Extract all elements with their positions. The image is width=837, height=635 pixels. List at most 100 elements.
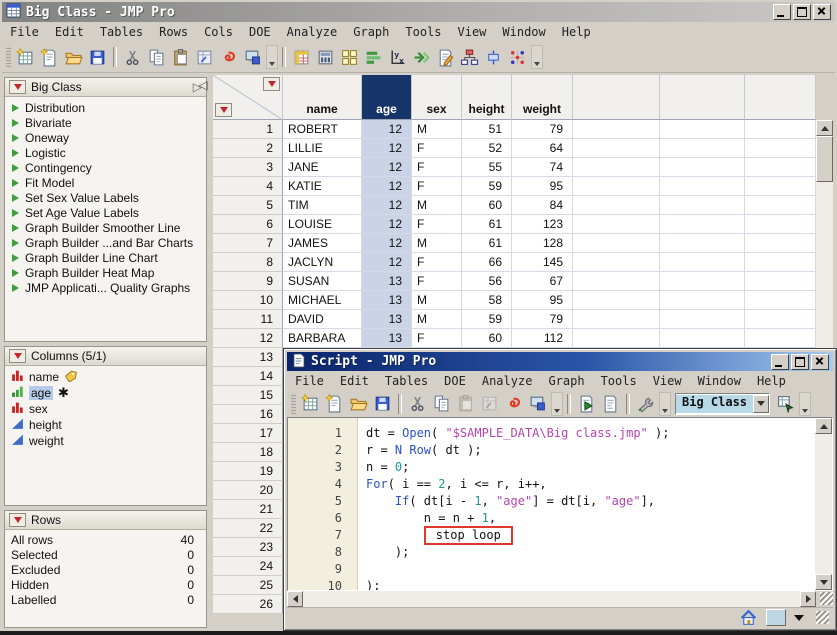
column-header-name[interactable]: name [283, 75, 362, 120]
cell-height[interactable]: 66 [462, 253, 512, 272]
pattern-swirl-icon[interactable] [217, 46, 240, 69]
cell-height[interactable]: 61 [462, 234, 512, 253]
continuous-modeling-type-icon[interactable] [11, 417, 24, 433]
open-folder-icon[interactable] [347, 392, 370, 415]
cell-height[interactable]: 59 [462, 177, 512, 196]
code-line-10[interactable]: ); [358, 578, 832, 590]
cell-empty[interactable] [745, 253, 816, 272]
main-menu-graph[interactable]: Graph [345, 23, 397, 41]
cell-name[interactable]: JAMES [283, 234, 362, 253]
columns-header-menu-icon[interactable] [263, 77, 280, 91]
script-menu-help[interactable]: Help [749, 372, 794, 390]
main-menu-tables[interactable]: Tables [92, 23, 151, 41]
cell-empty[interactable] [745, 329, 816, 348]
cell-empty[interactable] [573, 139, 660, 158]
cell-name[interactable]: ROBERT [283, 120, 362, 139]
column-header-age[interactable]: age [362, 75, 412, 120]
cell-name[interactable]: MICHAEL [283, 291, 362, 310]
design-icon[interactable] [506, 46, 529, 69]
cell-age[interactable]: 13 [362, 310, 412, 329]
editor-vertical-scrollbar[interactable] [815, 418, 832, 590]
row-number-cell[interactable]: 16 [213, 405, 283, 424]
cell-sex[interactable]: F [412, 139, 462, 158]
column-header-empty[interactable] [660, 75, 745, 120]
hierarchy-icon[interactable] [458, 46, 481, 69]
cell-name[interactable]: SUSAN [283, 272, 362, 291]
main-window-titlebar[interactable]: Big Class - JMP Pro [2, 2, 835, 22]
cell-empty[interactable] [660, 310, 745, 329]
cell-age[interactable]: 12 [362, 158, 412, 177]
column-item-age[interactable]: age✱ [5, 385, 206, 401]
row-number-cell[interactable]: 20 [213, 481, 283, 500]
toolbar-overflow-icon[interactable] [799, 392, 811, 416]
window-resize-grip[interactable] [816, 611, 829, 624]
column-item-height[interactable]: height [5, 417, 206, 433]
minimize-icon[interactable] [773, 4, 791, 20]
cell-empty[interactable] [573, 272, 660, 291]
maximize-icon[interactable] [793, 4, 811, 20]
data-table-icon[interactable] [290, 46, 313, 69]
cell-empty[interactable] [745, 310, 816, 329]
new-data-table-icon[interactable] [14, 46, 37, 69]
cell-sex[interactable]: F [412, 272, 462, 291]
row-number-cell[interactable]: 14 [213, 367, 283, 386]
cell-empty[interactable] [573, 215, 660, 234]
run-script-icon[interactable] [12, 119, 19, 127]
row-number-cell[interactable]: 17 [213, 424, 283, 443]
script-minimize-icon[interactable] [771, 354, 789, 370]
save-session-icon[interactable] [241, 46, 264, 69]
rows-header-menu-icon[interactable] [215, 103, 232, 117]
row-number-cell[interactable]: 23 [213, 538, 283, 557]
cell-age[interactable]: 12 [362, 196, 412, 215]
run-script-icon[interactable] [12, 134, 19, 142]
cell-empty[interactable] [660, 329, 745, 348]
script-menu-file[interactable]: File [287, 372, 332, 390]
main-menu-analyze[interactable]: Analyze [279, 23, 346, 41]
column-item-name[interactable]: name [5, 369, 206, 385]
script-maximize-icon[interactable] [791, 354, 809, 370]
cell-name[interactable]: TIM [283, 196, 362, 215]
column-header-empty[interactable] [745, 75, 816, 120]
table-script-item[interactable]: JMP Applicati... Quality Graphs [5, 280, 206, 295]
cell-age[interactable]: 12 [362, 253, 412, 272]
editor-scroll-up-icon[interactable] [815, 418, 832, 434]
editor-scroll-left-icon[interactable] [287, 591, 303, 607]
cell-height[interactable]: 56 [462, 272, 512, 291]
paste-icon[interactable] [169, 46, 192, 69]
new-data-table-icon[interactable] [299, 392, 322, 415]
cut-icon[interactable] [121, 46, 144, 69]
main-menu-help[interactable]: Help [554, 23, 599, 41]
run-script-icon[interactable] [12, 209, 19, 217]
cell-empty[interactable] [660, 139, 745, 158]
row-number-cell[interactable]: 25 [213, 576, 283, 595]
cell-empty[interactable] [573, 291, 660, 310]
column-header-sex[interactable]: sex [412, 75, 462, 120]
cell-empty[interactable] [745, 234, 816, 253]
wrench-icon[interactable] [634, 392, 657, 415]
run-script-icon[interactable] [12, 164, 19, 172]
cell-empty[interactable] [660, 196, 745, 215]
script-menu-tables[interactable]: Tables [377, 372, 436, 390]
cell-height[interactable]: 60 [462, 329, 512, 348]
column-item-sex[interactable]: sex [5, 401, 206, 417]
row-number-cell[interactable]: 7 [213, 234, 283, 253]
column-header-height[interactable]: height [462, 75, 512, 120]
toolbar-overflow-icon[interactable] [551, 392, 563, 416]
row-number-cell[interactable]: 4 [213, 177, 283, 196]
script-menu-window[interactable]: Window [690, 372, 749, 390]
cell-empty[interactable] [573, 120, 660, 139]
cell-sex[interactable]: F [412, 215, 462, 234]
cell-sex[interactable]: F [412, 329, 462, 348]
cell-empty[interactable] [660, 215, 745, 234]
main-menu-view[interactable]: View [450, 23, 495, 41]
new-journal-icon[interactable] [323, 392, 346, 415]
new-journal-icon[interactable] [38, 46, 61, 69]
editor-resize-grip[interactable] [820, 592, 833, 605]
row-number-cell[interactable]: 12 [213, 329, 283, 348]
code-line-6[interactable]: n = n + 1, [358, 510, 832, 527]
toolbar-overflow-icon[interactable] [266, 45, 278, 69]
code-line-1[interactable]: dt = Open( "$SAMPLE_DATA\Big class.jmp" … [358, 425, 832, 442]
row-number-cell[interactable]: 9 [213, 272, 283, 291]
cell-weight[interactable]: 95 [512, 291, 573, 310]
fit-y-by-x-icon[interactable]: yx [386, 46, 409, 69]
